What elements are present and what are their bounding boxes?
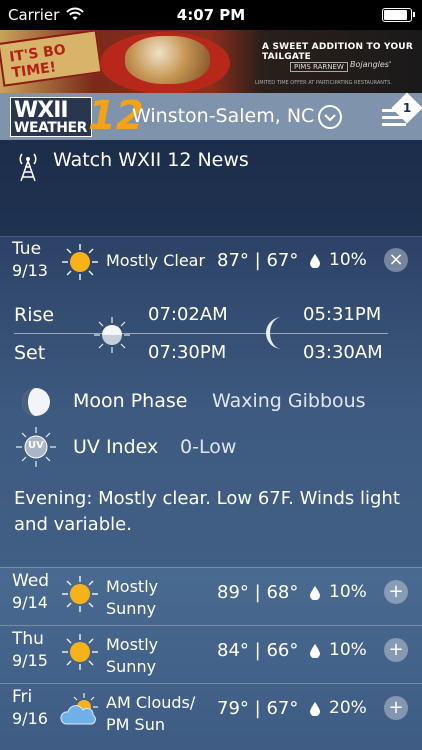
notification-badge: 1 — [391, 92, 422, 124]
location-label[interactable]: Winston-Salem, NC — [132, 105, 314, 127]
temp-separator: | — [254, 582, 261, 603]
expand-button[interactable]: + — [384, 580, 408, 604]
temperature-range: 87° | 67° — [217, 250, 298, 271]
set-label: Set — [14, 342, 46, 364]
precip-chance: 10% — [329, 640, 367, 660]
sunrise-sunset-icon — [94, 317, 130, 353]
raindrop-icon — [310, 254, 320, 268]
ad-sign: IT'S BO TIME! — [0, 30, 103, 87]
day-date: 9/13 — [12, 261, 48, 280]
logo-box: WXII WEATHER — [10, 97, 92, 137]
logo-weather: WEATHER — [14, 120, 87, 136]
condition-text: Mostly Clear — [106, 251, 206, 270]
ad-fine-print: LIMITED TIME OFFER AT PARTICIPATING REST… — [255, 80, 392, 86]
raindrop-icon — [310, 586, 320, 600]
app-header: WXII WEATHER 12 Winston-Salem, NC 1 — [0, 92, 422, 140]
ad-banner[interactable]: IT'S BO TIME! A SWEET ADDITION TO YOUR T… — [0, 30, 422, 93]
location-dropdown-button[interactable] — [318, 105, 342, 129]
high-temp: 79° — [217, 698, 249, 719]
collapse-button[interactable]: × — [384, 248, 408, 272]
moonrise-time: 05:31PM — [303, 304, 382, 325]
uv-index-icon: UV — [14, 425, 58, 469]
rise-label: Rise — [14, 304, 55, 326]
moon-phase-label: Moon Phase — [73, 390, 188, 412]
sun-icon — [62, 634, 98, 670]
condition-line1: Mostly — [106, 635, 159, 654]
day-name: Fri — [12, 687, 33, 707]
status-time: 4:07 PM — [176, 6, 246, 24]
moonset-time: 03:30AM — [303, 342, 383, 363]
high-temp: 87° — [217, 250, 249, 271]
precip-chance: 20% — [329, 698, 367, 718]
condition-line2: Sunny — [106, 657, 157, 676]
forecast-row-thu[interactable]: Thu 9/15 Mostly Sunny 84° | 66° 10% + — [0, 625, 422, 683]
high-temp: 84° — [217, 640, 249, 661]
high-temp: 89° — [217, 582, 249, 603]
uv-icon-text: UV — [28, 440, 44, 451]
notification-count: 1 — [402, 101, 412, 115]
today-summary-row[interactable]: Tue 9/13 Mostly Clear 87° | 67° 10% × — [0, 236, 422, 294]
condition-line1: Mostly — [106, 577, 159, 596]
temp-separator: | — [254, 250, 261, 271]
partly-cloudy-icon — [60, 693, 98, 725]
raindrop-icon — [310, 702, 320, 716]
status-bar: Carrier 4:07 PM — [0, 0, 422, 30]
low-temp: 67° — [266, 250, 299, 271]
sunset-time: 07:30PM — [148, 342, 227, 363]
ad-logo-left: PIMS RARNEW — [290, 62, 348, 72]
battery-icon — [382, 8, 415, 22]
horizon-line — [14, 333, 388, 334]
watch-news-label: Watch WXII 12 News — [53, 149, 249, 171]
precip-chance: 10% — [329, 250, 367, 270]
day-date: 9/16 — [12, 709, 48, 728]
low-temp: 68° — [266, 582, 299, 603]
menu-button[interactable]: 1 — [380, 92, 422, 133]
sun-icon — [62, 576, 98, 612]
temp-separator: | — [254, 698, 261, 719]
watch-news-row[interactable]: Watch WXII 12 News — [0, 140, 422, 236]
day-name: Wed — [12, 571, 50, 591]
condition-line2: PM Sun — [106, 715, 165, 734]
temperature-range: 84° | 66° — [217, 640, 298, 661]
temperature-range: 89° | 68° — [217, 582, 298, 603]
moon-phase-value: Waxing Gibbous — [212, 390, 366, 412]
day-date: 9/15 — [12, 651, 48, 670]
menu-line — [382, 123, 406, 126]
wxii-logo[interactable]: WXII WEATHER 12 — [10, 95, 144, 137]
condition-line2: Sunny — [106, 599, 157, 618]
low-temp: 67° — [266, 698, 299, 719]
raindrop-icon — [310, 644, 320, 658]
expand-button[interactable]: + — [384, 696, 408, 720]
uv-index-label: UV Index — [73, 436, 159, 458]
temperature-range: 79° | 67° — [217, 698, 298, 719]
moon-icon — [266, 317, 282, 349]
day-name: Thu — [12, 629, 44, 649]
day-date: 9/14 — [12, 593, 48, 612]
forecast-row-wed[interactable]: Wed 9/14 Mostly Sunny 89° | 68° 10% + — [0, 567, 422, 625]
moon-phase-icon — [22, 388, 50, 416]
temp-separator: | — [254, 640, 261, 661]
condition-line1: AM Clouds/ — [106, 693, 196, 712]
precip-chance: 10% — [329, 582, 367, 602]
uv-index-value: 0-Low — [180, 436, 237, 458]
low-temp: 66° — [266, 640, 299, 661]
ad-headline: A SWEET ADDITION TO YOUR TAILGATE — [262, 42, 413, 62]
broadcast-tower-icon — [19, 153, 37, 182]
forecast-narrative: Evening: Mostly clear. Low 67F. Winds li… — [14, 488, 400, 535]
day-name: Tue — [12, 239, 42, 259]
forecast-row-fri[interactable]: Fri 9/16 AM Clouds/ PM Sun 79° | 67° 20%… — [0, 683, 422, 750]
ad-logo-right: Bojangles' — [350, 60, 392, 69]
chevron-down-icon — [324, 114, 336, 122]
expand-button[interactable]: + — [384, 638, 408, 662]
ad-food-image — [125, 36, 210, 84]
sunrise-time: 07:02AM — [148, 304, 228, 325]
sun-icon — [62, 244, 98, 280]
